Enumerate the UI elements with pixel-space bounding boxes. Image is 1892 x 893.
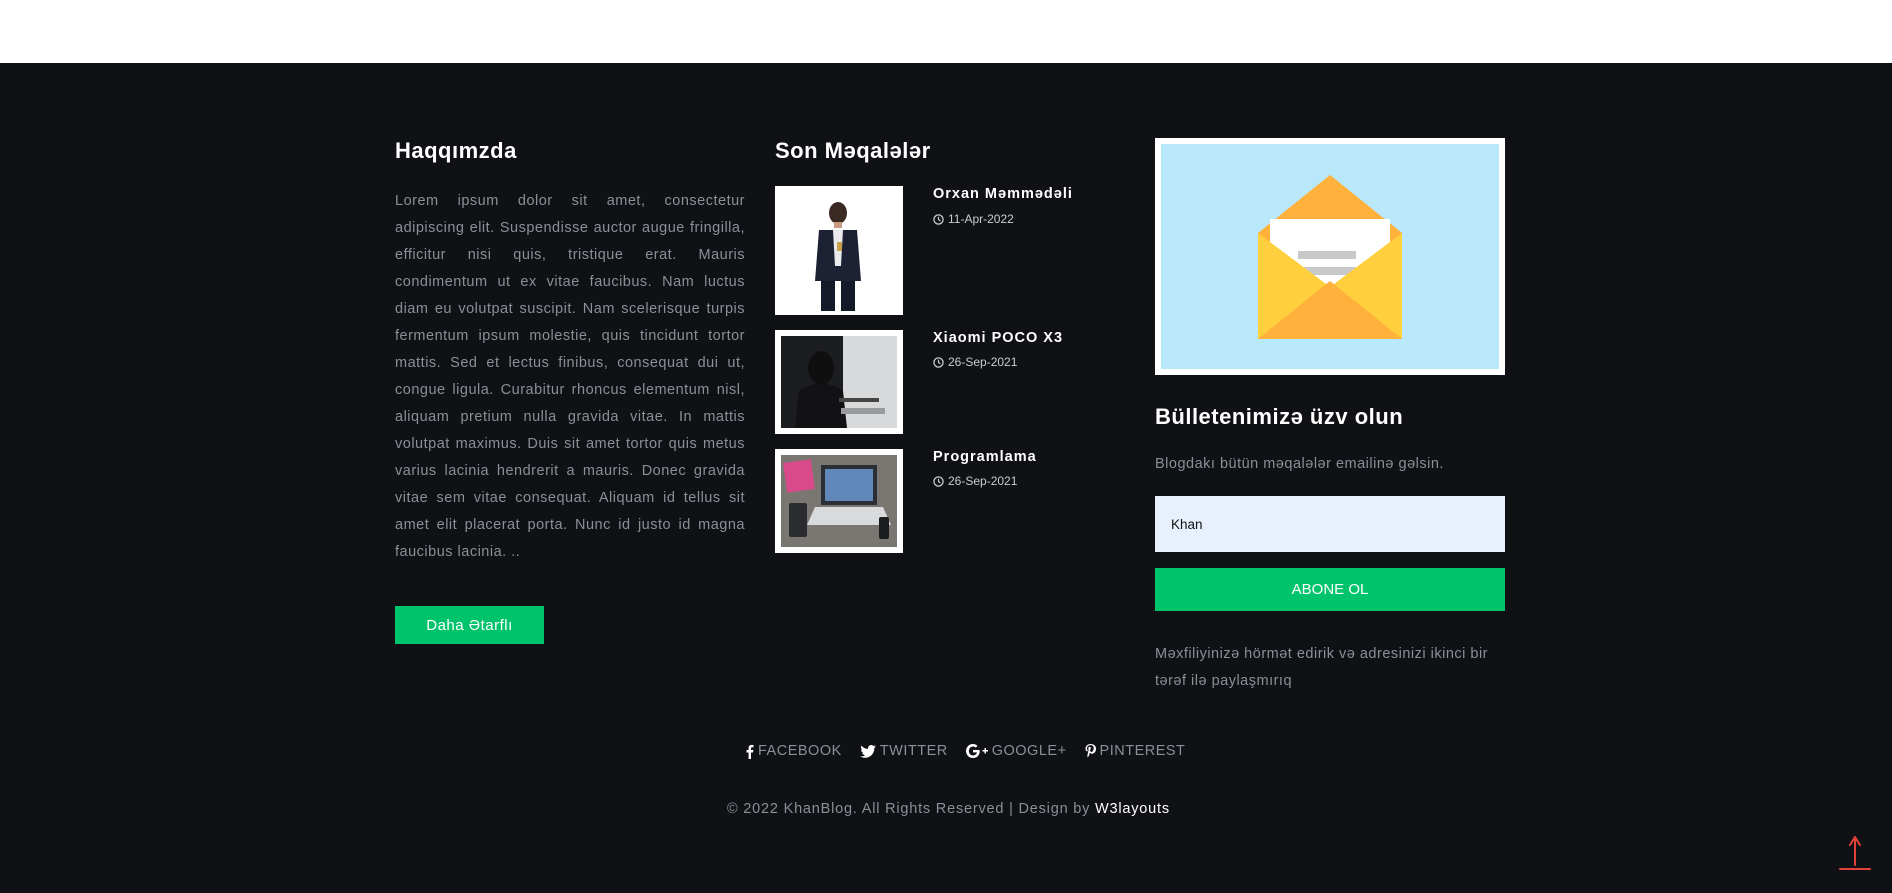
google-plus-icon <box>965 744 988 758</box>
envelope-icon <box>1258 174 1402 339</box>
clock-icon <box>933 356 944 368</box>
post-thumbnail[interactable] <box>775 186 903 315</box>
post-title[interactable]: Programlama <box>933 449 1037 465</box>
laptop-woman-photo <box>781 336 897 428</box>
social-pinterest[interactable]: PINTEREST <box>1085 743 1186 759</box>
post-title[interactable]: Xiaomi POCO X3 <box>933 330 1063 346</box>
back-to-top-button[interactable] <box>1838 835 1872 871</box>
privacy-note: Məxfiliyinizə hörmət edirik və adresiniz… <box>1155 646 1489 689</box>
pinterest-icon <box>1085 744 1096 758</box>
post-thumbnail[interactable] <box>775 330 903 434</box>
post-date: 26-Sep-2021 <box>933 355 1017 369</box>
clock-icon <box>933 475 944 487</box>
newsletter-description: Blogdakı bütün məqalələr emailinə gəlsin… <box>1155 456 1444 472</box>
social-label: FACEBOOK <box>758 743 842 759</box>
laptop-desk-photo <box>781 455 897 547</box>
copyright: © 2022 KhanBlog. All Rights Reserved | D… <box>727 801 1170 817</box>
post-date-text: 26-Sep-2021 <box>948 355 1018 369</box>
person-photo <box>775 186 903 315</box>
subscribe-button[interactable]: ABONE OL <box>1155 568 1505 611</box>
recent-posts-heading: Son Məqalələr <box>775 138 931 163</box>
copyright-text: © 2022 KhanBlog. All Rights Reserved | D… <box>727 801 1095 817</box>
about-text: Lorem ipsum dolor sit amet, consectetur … <box>395 193 745 560</box>
post-date: 11-Apr-2022 <box>933 212 1014 226</box>
newsletter-image <box>1155 138 1505 375</box>
read-more-button[interactable]: Daha Ətarflı <box>395 606 544 644</box>
post-title[interactable]: Orxan Məmmədəli <box>933 186 1073 202</box>
arrow-up-icon <box>1839 836 1871 870</box>
post-thumbnail[interactable] <box>775 449 903 553</box>
twitter-icon <box>859 744 876 758</box>
about-heading: Haqqımzda <box>395 138 517 163</box>
designer-link[interactable]: W3layouts <box>1095 801 1170 817</box>
social-twitter[interactable]: TWITTER <box>859 743 948 759</box>
email-input[interactable] <box>1155 496 1505 552</box>
social-google-plus[interactable]: GOOGLE+ <box>965 743 1067 759</box>
post-date-text: 11-Apr-2022 <box>948 212 1014 226</box>
clock-icon <box>933 213 944 225</box>
post-date: 26-Sep-2021 <box>933 474 1017 488</box>
social-label: PINTEREST <box>1099 743 1186 759</box>
post-date-text: 26-Sep-2021 <box>948 474 1018 488</box>
social-label: GOOGLE+ <box>991 743 1067 759</box>
newsletter-heading: Bülletenimizə üzv olun <box>1155 404 1404 429</box>
facebook-icon <box>746 744 754 759</box>
social-links: FACEBOOK TWITTER GOOGLE+ PINTEREST <box>745 743 1185 759</box>
top-bar <box>0 0 1892 63</box>
social-label: TWITTER <box>879 743 948 759</box>
social-facebook[interactable]: FACEBOOK <box>745 743 842 759</box>
